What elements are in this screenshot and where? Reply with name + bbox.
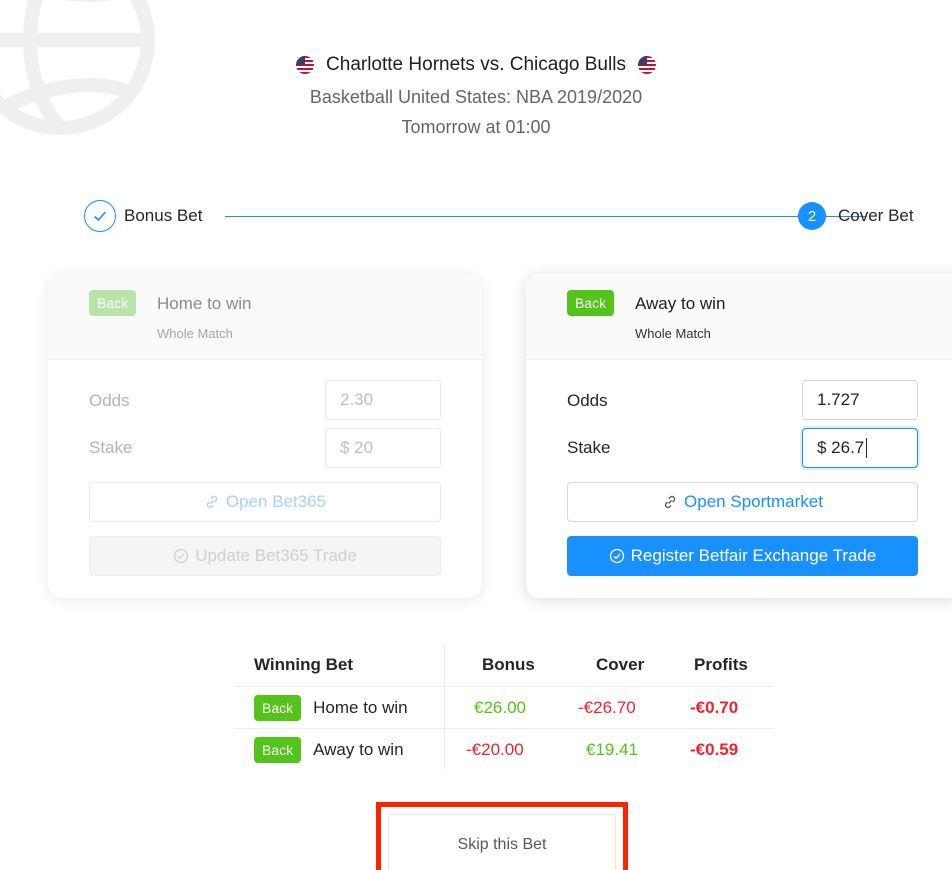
bonus-odds-value: 2.30 [340,390,374,409]
skip-bet-button[interactable]: Skip this Bet [388,814,616,870]
back-badge: Back [89,290,137,316]
bonus-selection: Home to win [157,294,252,313]
bonus-bet-card: Back Home to win Whole Match Odds 2.30 S… [48,274,482,598]
step-bonus-bet[interactable]: Bonus Bet [124,206,202,226]
open-sportmarket-button[interactable]: Open Sportmarket [567,482,918,522]
bonus-cell: -€20.00 [466,740,524,759]
step-connector [225,216,867,217]
header-winning-bet: Winning Bet [254,655,353,674]
winning-bet-cell: Back Away to win [254,729,404,771]
bonus-cell: €26.00 [474,698,526,717]
profit-cell: -€0.59 [690,740,739,759]
league-subtitle: Basketball United States: NBA 2019/2020 [309,87,643,107]
us-flag-icon [637,56,656,74]
register-betfair-trade-button[interactable]: Register Betfair Exchange Trade [567,536,918,576]
bonus-stake-label: Stake [89,438,133,457]
bet-name: Home to win [313,698,408,717]
header-cover: Cover [596,655,645,674]
step-number-badge[interactable]: 2 [798,202,826,230]
match-title: Charlotte Hornets vs. Chicago Bulls [326,54,626,75]
step-cover-bet[interactable]: Cover Bet [838,206,914,226]
bonus-stake-value: $ 20 [340,438,374,457]
cover-stake-value: $ 26.7 [817,438,865,457]
cover-market: Whole Match [635,326,711,341]
bonus-market: Whole Match [157,326,233,341]
bet-name: Away to win [313,740,404,759]
table-row: Back Away to win -€20.00 €19.41 -€0.59 [234,728,774,770]
match-header: Charlotte Hornets vs. Chicago Bulls Bask… [0,52,952,140]
us-flag-icon [296,56,315,74]
table-row: Back Home to win €26.00 -€26.70 -€0.70 [234,686,774,728]
cover-odds-input[interactable]: 1.727 [802,380,918,420]
table-header-row: Winning Bet Bonus Cover Profits [234,644,774,686]
bonus-odds-label: Odds [89,391,130,410]
cover-card-header: Back Away to win Whole Match [526,274,952,360]
cover-cell: €19.41 [586,740,638,759]
open-bet365-button[interactable]: Open Bet365 [89,482,441,522]
cover-bet-card: Back Away to win Whole Match Odds 1.727 … [526,274,952,598]
register-betfair-label: Register Betfair Exchange Trade [630,546,877,565]
back-badge: Back [254,737,302,763]
winning-bet-cell: Back Home to win [254,687,408,729]
open-sportmarket-label: Open Sportmarket [684,492,823,511]
back-badge: Back [567,290,615,316]
header-profits: Profits [694,655,748,674]
profit-cell: -€0.70 [690,698,739,717]
cover-cell: -€26.70 [578,698,636,717]
check-circle-icon [609,548,624,564]
header-bonus: Bonus [482,655,535,674]
cover-selection: Away to win [635,294,726,313]
update-bet365-trade-button[interactable]: Update Bet365 Trade [89,536,441,576]
cover-stake-input[interactable]: $ 26.7 [802,428,918,468]
text-caret [866,438,868,458]
bonus-odds-input[interactable]: 2.30 [325,380,441,420]
cover-stake-label: Stake [567,438,611,457]
cover-odds-label: Odds [567,391,608,410]
step-complete-check-icon[interactable] [84,200,116,232]
steps-progress: Bonus Bet 2 Cover Bet [84,200,924,232]
check-circle-icon [174,548,189,564]
match-title-row: Charlotte Hornets vs. Chicago Bulls [0,52,952,78]
bonus-stake-input[interactable]: $ 20 [325,428,441,468]
results-table: Winning Bet Bonus Cover Profits Back Hom… [234,644,774,770]
match-time: Tomorrow at 01:00 [401,117,551,137]
back-badge: Back [254,695,302,721]
cover-odds-value: 1.727 [817,390,860,409]
link-icon [206,495,218,509]
bonus-card-header: Back Home to win Whole Match [48,274,482,360]
update-bet365-label: Update Bet365 Trade [195,546,357,565]
open-bet365-label: Open Bet365 [225,492,327,511]
link-icon [664,495,676,509]
